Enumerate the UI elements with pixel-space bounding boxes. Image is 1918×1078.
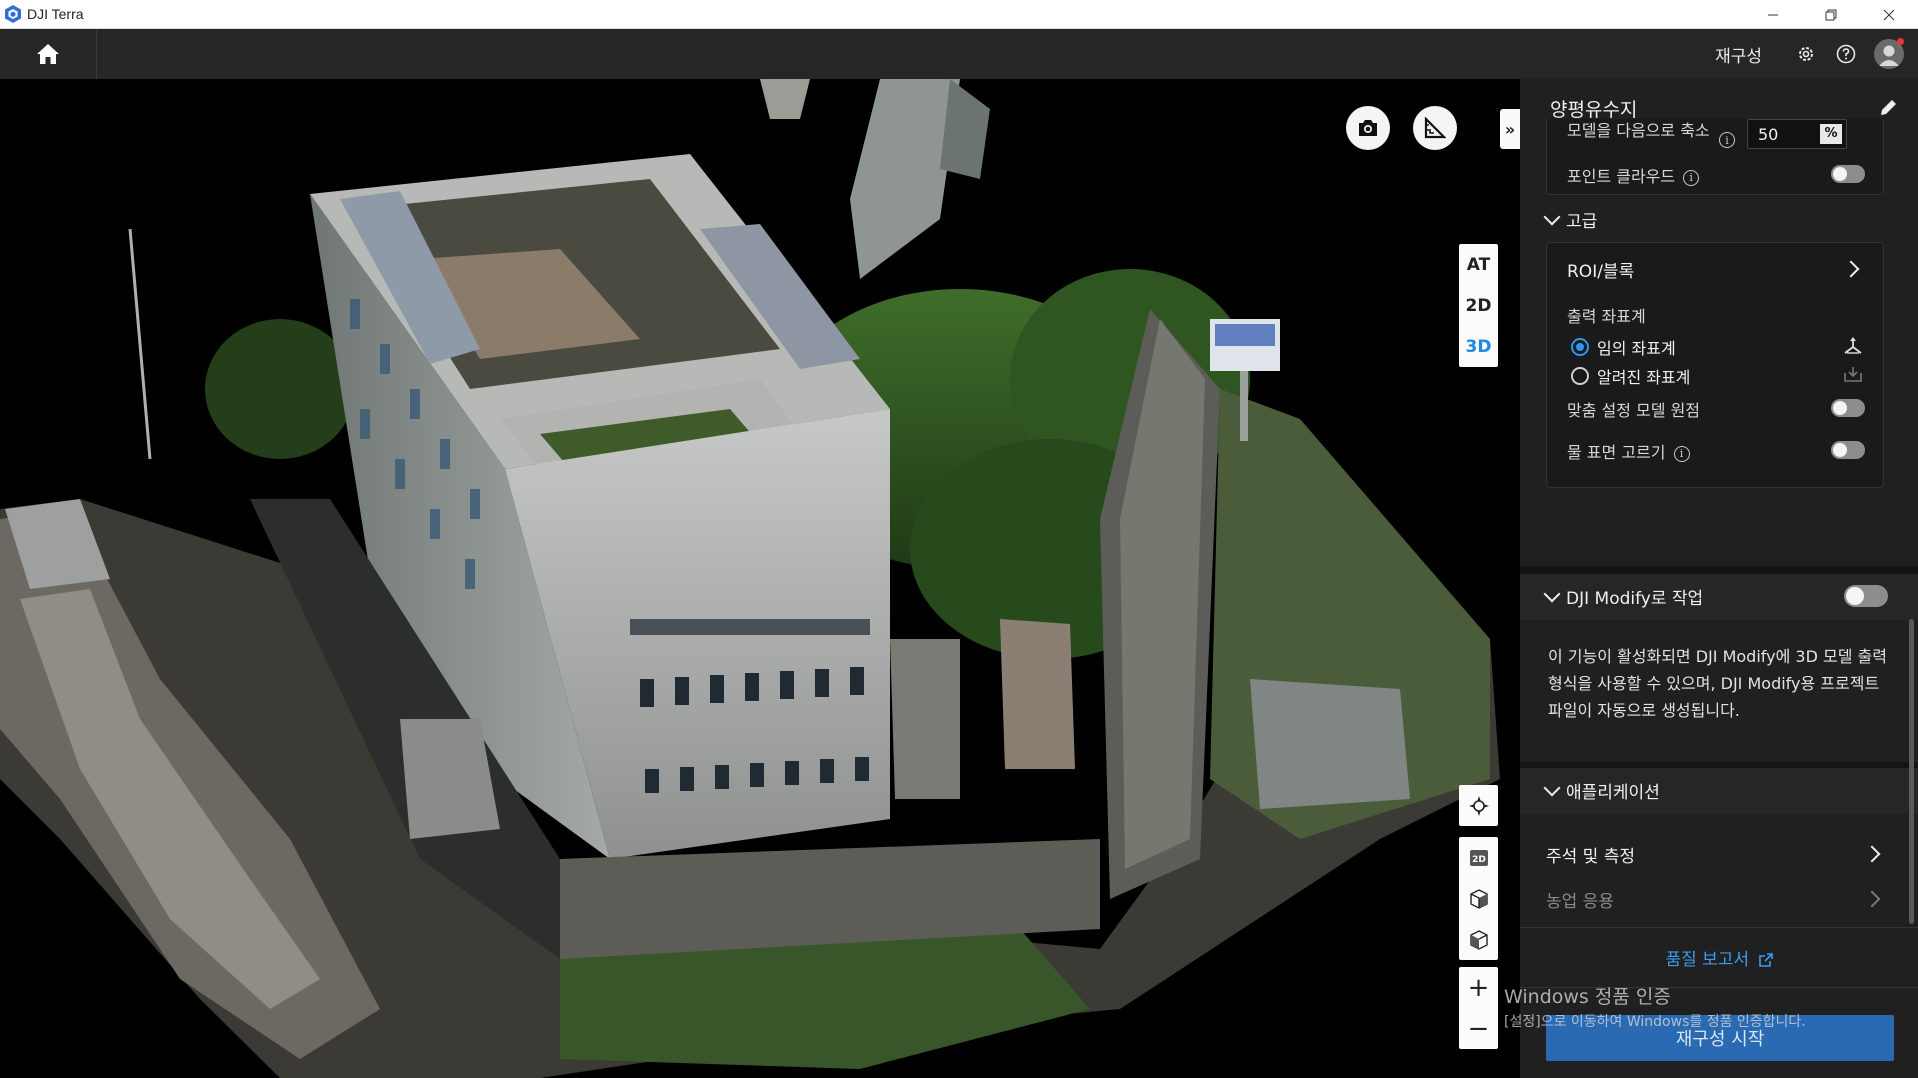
- 3d-viewport[interactable]: » AT 2D 3D 2D + −: [0, 79, 1520, 1078]
- chevron-down-icon: [1543, 208, 1561, 225]
- project-title: 양평유수지: [1550, 98, 1638, 121]
- external-link-icon: [1758, 953, 1773, 967]
- chevron-right-icon[interactable]: [1842, 260, 1860, 278]
- home-button[interactable]: [0, 29, 97, 79]
- camera-icon: [1359, 120, 1377, 136]
- advanced-card: ROI/블록 출력 좌표계 임의 좌표계 알려진 좌표계 맞춤 설정 모델 원점…: [1546, 242, 1884, 488]
- close-icon: [1883, 9, 1895, 20]
- modify-description: 이 기능이 활성화되면 DJI Modify에 3D 모델 출력 형식을 사용할…: [1548, 647, 1887, 720]
- screenshot-button[interactable]: [1346, 106, 1390, 150]
- panel-scrollbar[interactable]: [1909, 619, 1914, 924]
- map-2d-icon: 2D: [1469, 849, 1488, 866]
- mode-2d[interactable]: 2D: [1459, 285, 1498, 326]
- divider-line: [1520, 987, 1918, 988]
- mode-at[interactable]: AT: [1459, 244, 1498, 285]
- side-view-button[interactable]: [1459, 919, 1498, 960]
- 3d-model-render: [0, 79, 1500, 1078]
- dji-terra-logo-icon: [5, 5, 21, 23]
- scale-input[interactable]: 50 %: [1747, 119, 1847, 149]
- help-button[interactable]: [1834, 42, 1858, 66]
- scale-value: 50: [1758, 125, 1779, 144]
- home-icon: [37, 44, 59, 64]
- water-surface-info-icon[interactable]: i: [1673, 445, 1690, 462]
- cube-front-icon: [1469, 888, 1488, 909]
- map-2d-label: 2D: [1472, 855, 1486, 865]
- zoom-in-button[interactable]: +: [1459, 967, 1498, 1008]
- modify-section-header[interactable]: DJI Modify로 작업: [1543, 584, 1704, 609]
- point-cloud-toggle[interactable]: [1831, 165, 1865, 183]
- compass-rose-icon: [1468, 795, 1489, 816]
- roi-block-label[interactable]: ROI/블록: [1567, 257, 1634, 282]
- view-mode-switcher: AT 2D 3D: [1459, 244, 1498, 367]
- output-coord-label: 출력 좌표계: [1567, 307, 1646, 326]
- cube-side-icon: [1469, 929, 1488, 950]
- notification-dot: [1897, 38, 1904, 45]
- radio-selected[interactable]: [1571, 338, 1589, 356]
- help-icon: [1836, 44, 1856, 64]
- scale-info-icon[interactable]: i: [1719, 132, 1735, 148]
- view-tools: 2D: [1459, 837, 1498, 960]
- advanced-title: 고급: [1566, 212, 1598, 232]
- quality-report-label: 품질 보고서: [1665, 950, 1750, 970]
- coord-option-arbitrary[interactable]: 임의 좌표계: [1571, 335, 1676, 359]
- app-header: 재구성: [0, 29, 1918, 79]
- water-surface-label: 물 표면 고르기: [1567, 443, 1666, 462]
- restore-icon: [1825, 9, 1837, 20]
- chevron-down-icon: [1543, 585, 1561, 602]
- scale-unit: %: [1820, 124, 1842, 144]
- compass-reset-button[interactable]: [1459, 785, 1498, 826]
- start-reconstruction-button[interactable]: 재구성 시작: [1546, 1015, 1894, 1061]
- coord-option-arbitrary-label: 임의 좌표계: [1597, 339, 1676, 358]
- measure-button[interactable]: [1413, 106, 1457, 150]
- chevron-right-icon[interactable]: [1863, 845, 1881, 863]
- applications-title: 애플리케이션: [1566, 783, 1660, 803]
- advanced-section-header[interactable]: 고급: [1543, 207, 1598, 232]
- edit-pencil-icon[interactable]: [1878, 98, 1898, 118]
- scale-model-label: 모델을 다음으로 축소: [1567, 121, 1710, 140]
- radio-unselected[interactable]: [1571, 367, 1589, 385]
- coord-option-known[interactable]: 알려진 좌표계: [1571, 364, 1690, 388]
- settings-button[interactable]: [1794, 42, 1818, 66]
- close-button[interactable]: [1860, 0, 1918, 29]
- collapse-panel-button[interactable]: »: [1500, 109, 1520, 149]
- minimize-icon: [1768, 14, 1778, 15]
- front-view-button[interactable]: [1459, 878, 1498, 919]
- modify-title: DJI Modify로 작업: [1566, 589, 1704, 609]
- output-options-card: 모델을 다음으로 축소 i 50 % 포인트 클라우드 i: [1546, 119, 1884, 195]
- custom-origin-label: 맞춤 설정 모델 원점: [1567, 401, 1701, 420]
- point-cloud-info-icon[interactable]: i: [1683, 169, 1700, 186]
- double-chevron-right-icon: »: [1504, 119, 1516, 139]
- reconstruction-tab[interactable]: 재구성: [1715, 42, 1762, 67]
- modify-toggle[interactable]: [1844, 585, 1888, 607]
- coord-option-known-label: 알려진 좌표계: [1597, 368, 1691, 387]
- top-view-2d-button[interactable]: 2D: [1459, 837, 1498, 878]
- zoom-controls: + −: [1459, 967, 1498, 1049]
- mode-3d[interactable]: 3D: [1459, 326, 1498, 367]
- import-coord-icon: [1844, 367, 1862, 382]
- settings-panel: 양평유수지 모델을 다음으로 축소 i 50 % 포인트 클라우드 i 고급 RO…: [1520, 79, 1918, 1078]
- minimize-button[interactable]: [1744, 0, 1802, 29]
- axes-icon[interactable]: [1843, 337, 1863, 355]
- custom-origin-toggle[interactable]: [1831, 399, 1865, 417]
- divider-line: [1520, 927, 1918, 928]
- restore-button[interactable]: [1802, 0, 1860, 29]
- window-title: DJI Terra: [27, 6, 84, 22]
- gear-icon: [1799, 47, 1813, 61]
- section-divider: [1520, 566, 1918, 574]
- agriculture-item: 농업 응용: [1546, 892, 1614, 912]
- ruler-triangle-icon: [1424, 117, 1446, 139]
- chevron-right-icon: [1863, 890, 1881, 908]
- point-cloud-label: 포인트 클라우드: [1567, 167, 1676, 186]
- quality-report-link[interactable]: 품질 보고서: [1520, 945, 1918, 970]
- chevron-down-icon: [1543, 779, 1561, 796]
- applications-section-header[interactable]: 애플리케이션: [1543, 778, 1660, 803]
- window-titlebar: DJI Terra: [0, 0, 1918, 29]
- annotation-measurement-item[interactable]: 주석 및 측정: [1546, 842, 1635, 867]
- zoom-out-button[interactable]: −: [1459, 1008, 1498, 1049]
- water-surface-toggle[interactable]: [1831, 441, 1865, 459]
